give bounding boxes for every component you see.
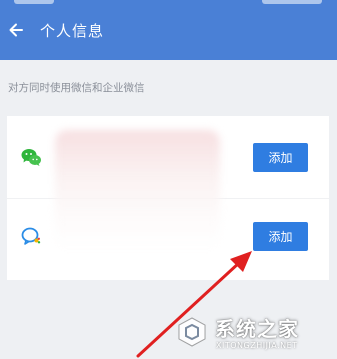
watermark-logo-icon — [178, 317, 206, 347]
add-button-wechat[interactable]: 添加 — [253, 143, 308, 172]
app-header: 个人信息 — [0, 0, 337, 60]
status-bar — [0, 0, 337, 10]
back-arrow-icon[interactable] — [6, 20, 26, 40]
watermark-name: 系统之家 — [215, 317, 299, 341]
contact-name-redacted — [55, 130, 220, 250]
hint-text: 对方同时使用微信和企业微信 — [8, 82, 145, 94]
watermark-url: XITONGZHIJIA.NET — [216, 341, 298, 350]
watermark: 系统之家 XITONGZHIJIA.NET — [175, 313, 335, 357]
page-title: 个人信息 — [40, 22, 105, 40]
wework-icon — [21, 227, 41, 245]
wechat-icon — [21, 149, 41, 166]
add-button-wework[interactable]: 添加 — [253, 222, 308, 251]
